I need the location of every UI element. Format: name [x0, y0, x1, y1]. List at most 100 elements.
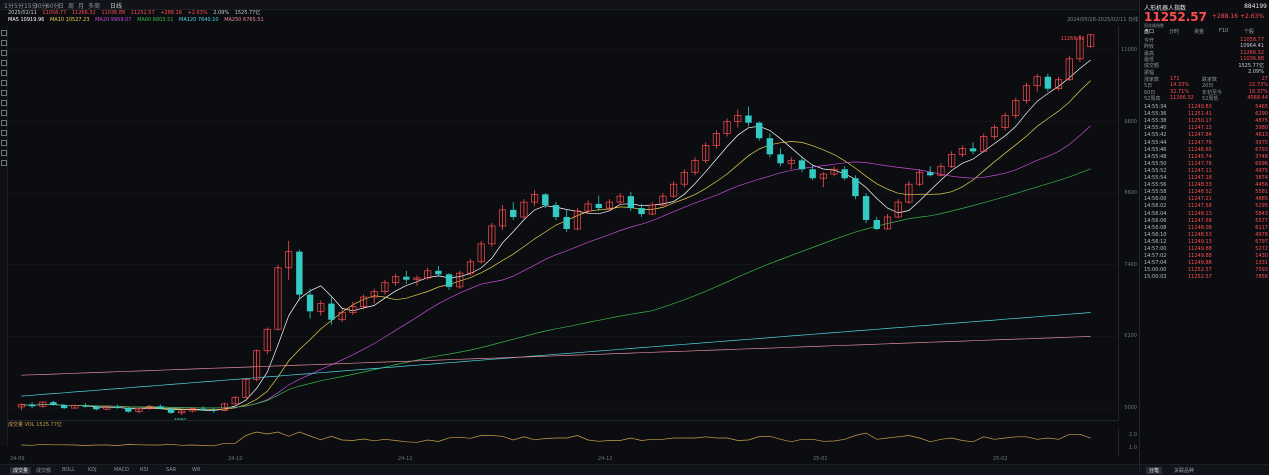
- tick-row[interactable]: 14:55:46 11246.65 6793: [1144, 147, 1268, 153]
- quote-tab-3[interactable]: F10: [1219, 28, 1228, 34]
- drawing-tool-icon[interactable]: [1, 120, 7, 126]
- indicator-tab-6[interactable]: SAR: [166, 467, 176, 473]
- candle[interactable]: [488, 223, 496, 247]
- candle[interactable]: [905, 181, 913, 204]
- candle[interactable]: [948, 151, 956, 169]
- candle[interactable]: [456, 270, 464, 289]
- indicator-tab-0[interactable]: 成交量: [10, 467, 32, 474]
- candle[interactable]: [50, 400, 57, 406]
- tick-row[interactable]: 14:55:42 11247.84 4613: [1144, 132, 1268, 138]
- candle[interactable]: [969, 142, 977, 155]
- candle[interactable]: [990, 124, 998, 140]
- candle[interactable]: [466, 258, 475, 276]
- tick-row[interactable]: 14:55:50 11247.76 6696: [1144, 161, 1268, 167]
- tick-row[interactable]: 14:55:40 11247.12 3980: [1144, 125, 1268, 131]
- indicator-tab-5[interactable]: RSI: [140, 467, 148, 473]
- drawing-tool-icon[interactable]: [1, 30, 7, 36]
- candle[interactable]: [873, 217, 880, 231]
- candle[interactable]: [563, 209, 570, 232]
- tick-row[interactable]: 14:57:04 11249.88 1331: [1144, 260, 1268, 266]
- drawing-tool-icon[interactable]: [1, 150, 7, 156]
- candle[interactable]: [573, 208, 581, 231]
- candle[interactable]: [520, 199, 528, 219]
- tick-row[interactable]: 14:55:38 11250.17 4875: [1144, 118, 1268, 124]
- drawing-tool-icon[interactable]: [1, 100, 7, 106]
- candle[interactable]: [723, 118, 731, 137]
- candle[interactable]: [338, 309, 346, 323]
- drawing-tool-strip[interactable]: [0, 26, 8, 446]
- candle[interactable]: [435, 265, 442, 277]
- candle[interactable]: [702, 142, 710, 164]
- tick-row[interactable]: 14:56:02 11247.58 5295: [1144, 203, 1268, 209]
- candle[interactable]: [498, 205, 507, 231]
- candle[interactable]: [755, 121, 763, 141]
- candle[interactable]: [510, 202, 517, 221]
- candle[interactable]: [263, 327, 271, 355]
- tick-row[interactable]: 14:55:44 11247.76 3975: [1144, 140, 1268, 146]
- candle[interactable]: [777, 148, 784, 167]
- candle[interactable]: [60, 403, 68, 410]
- quote-bottom-tab-1[interactable]: 关联品种: [1174, 467, 1194, 474]
- quote-tab-0[interactable]: 盘口: [1144, 28, 1154, 35]
- candle[interactable]: [285, 240, 293, 280]
- candle[interactable]: [1033, 73, 1041, 92]
- candle[interactable]: [253, 349, 261, 382]
- drawing-tool-icon[interactable]: [1, 50, 7, 56]
- tick-row[interactable]: 15:00:00 11252.57 7593: [1144, 267, 1268, 273]
- candle[interactable]: [862, 193, 870, 223]
- candle[interactable]: [306, 288, 314, 319]
- quote-bottom-tab-0[interactable]: 分笔: [1146, 467, 1163, 474]
- candle[interactable]: [445, 273, 453, 290]
- candle[interactable]: [852, 175, 859, 200]
- tick-row[interactable]: 14:56:10 11248.53 4978: [1144, 232, 1268, 238]
- candle[interactable]: [296, 249, 303, 301]
- candle[interactable]: [1065, 55, 1073, 81]
- candle[interactable]: [274, 264, 282, 331]
- indicator-tab-1[interactable]: 成交额: [36, 467, 51, 474]
- candle[interactable]: [680, 169, 688, 188]
- candle[interactable]: [605, 199, 614, 210]
- candle[interactable]: [616, 193, 624, 206]
- candle[interactable]: [477, 240, 485, 264]
- candle[interactable]: [242, 378, 250, 398]
- candle[interactable]: [220, 402, 229, 412]
- candle[interactable]: [894, 199, 902, 219]
- candle[interactable]: [1055, 76, 1063, 91]
- drawing-tool-icon[interactable]: [1, 80, 7, 86]
- candle[interactable]: [1012, 97, 1020, 119]
- candle[interactable]: [787, 157, 795, 170]
- drawing-tool-icon[interactable]: [1, 60, 7, 66]
- indicator-tab-7[interactable]: WR: [192, 467, 200, 473]
- tick-row[interactable]: 14:56:04 11248.13 5843: [1144, 211, 1268, 217]
- tick-row[interactable]: 14:55:52 11247.11 4975: [1144, 168, 1268, 174]
- candle[interactable]: [883, 214, 892, 230]
- candle[interactable]: [1087, 33, 1095, 48]
- candle[interactable]: [328, 295, 335, 325]
- tick-row[interactable]: 14:56:06 11247.58 5577: [1144, 218, 1268, 224]
- drawing-tool-icon[interactable]: [1, 90, 7, 96]
- candle[interactable]: [381, 279, 389, 295]
- candle[interactable]: [552, 202, 560, 221]
- candle[interactable]: [841, 166, 848, 181]
- candle[interactable]: [17, 403, 25, 411]
- kline-chart[interactable]: 11266.324880: [8, 26, 1118, 420]
- candle[interactable]: [178, 410, 186, 416]
- tick-row[interactable]: 14:55:54 11247.18 3874: [1144, 175, 1268, 181]
- candle[interactable]: [819, 172, 827, 188]
- candle[interactable]: [745, 106, 752, 127]
- candle[interactable]: [766, 133, 774, 158]
- candle[interactable]: [231, 396, 239, 405]
- candle[interactable]: [135, 408, 143, 414]
- tick-row[interactable]: 14:56:12 11249.13 6797: [1144, 239, 1268, 245]
- candle[interactable]: [403, 270, 410, 284]
- tick-row[interactable]: 14:55:58 11248.52 5581: [1144, 189, 1268, 195]
- candle[interactable]: [317, 300, 325, 316]
- candle[interactable]: [157, 404, 164, 410]
- tick-row[interactable]: 14:55:36 11251.41 6290: [1144, 111, 1268, 117]
- tick-row[interactable]: 14:55:56 11248.33 4456: [1144, 182, 1268, 188]
- candle[interactable]: [734, 109, 742, 128]
- candle[interactable]: [1044, 73, 1052, 92]
- drawing-tool-icon[interactable]: [1, 40, 7, 46]
- candle[interactable]: [830, 166, 838, 177]
- candle[interactable]: [531, 190, 539, 207]
